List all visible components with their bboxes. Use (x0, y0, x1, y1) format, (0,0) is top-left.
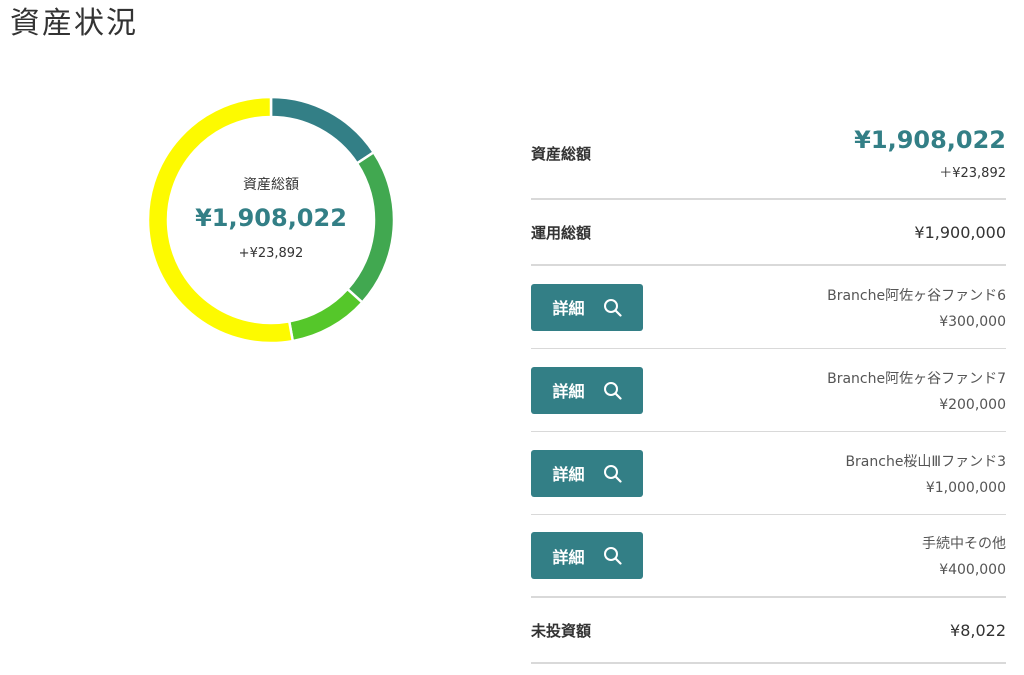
donut-total-delta: +¥23,892 (238, 245, 304, 261)
fund-name: Branche阿佐ヶ谷ファンド7 (827, 370, 1006, 387)
donut-total-amount: ¥1,908,022 (195, 203, 347, 232)
fund-row: 詳細 Branche阿佐ヶ谷ファンド6 ¥300,000 (531, 266, 1006, 349)
uninvested-label: 未投資額 (531, 621, 592, 640)
search-icon (603, 298, 622, 317)
detail-button-label: 詳細 (552, 547, 585, 567)
total-assets-amount: ¥1,908,022 (854, 125, 1006, 154)
donut-total-label: 資産総額 (243, 176, 299, 193)
search-icon (603, 464, 622, 483)
detail-button[interactable]: 詳細 (531, 366, 643, 414)
fund-value: ¥1,000,000 (925, 479, 1006, 496)
fund-name: Branche阿佐ヶ谷ファンド6 (827, 287, 1006, 304)
asset-donut-chart: 資産総額 ¥1,908,022 +¥23,892 (147, 96, 395, 344)
invested-total-amount: ¥1,900,000 (914, 222, 1006, 242)
fund-row: 詳細 手続中その他 ¥400,000 (531, 515, 1006, 598)
uninvested-row: 未投資額 ¥8,022 (531, 598, 1006, 664)
detail-button-label: 詳細 (552, 382, 585, 401)
uninvested-amount: ¥8,022 (950, 620, 1006, 640)
fund-name: 手続中その他 (922, 536, 1006, 552)
detail-button-label: 詳細 (552, 299, 585, 318)
total-assets-row: 資産総額 ¥1,908,022 ＋¥23,892 (531, 108, 1006, 200)
fund-name: Branche桜山Ⅲファンド3 (845, 453, 1006, 470)
fund-value: ¥400,000 (939, 562, 1006, 578)
search-icon (603, 546, 622, 565)
detail-button[interactable]: 詳細 (531, 283, 643, 331)
fund-row: 詳細 Branche阿佐ヶ谷ファンド7 ¥200,000 (531, 349, 1006, 432)
total-assets-label: 資産総額 (531, 144, 592, 163)
fund-row: 詳細 Branche桜山Ⅲファンド3 ¥1,000,000 (531, 432, 1006, 515)
fund-info: Branche阿佐ヶ谷ファンド7 ¥200,000 (827, 368, 1006, 413)
total-assets-delta: ＋¥23,892 (939, 165, 1006, 181)
fund-value: ¥300,000 (939, 313, 1006, 330)
asset-summary-panel: 資産総額 ¥1,908,022 ＋¥23,892 運用総額 ¥1,900,000… (531, 108, 1006, 664)
detail-button[interactable]: 詳細 (531, 532, 643, 579)
fund-info: Branche桜山Ⅲファンド3 ¥1,000,000 (845, 451, 1006, 496)
search-icon (603, 381, 622, 400)
invested-total-label: 運用総額 (531, 223, 592, 242)
donut-center: 資産総額 ¥1,908,022 +¥23,892 (147, 96, 395, 344)
detail-button-label: 詳細 (552, 465, 585, 484)
fund-value: ¥200,000 (939, 396, 1006, 413)
total-assets-values: ¥1,908,022 ＋¥23,892 (854, 126, 1006, 181)
fund-info: Branche阿佐ヶ谷ファンド6 ¥300,000 (827, 285, 1006, 330)
page-title: 資産状況 (10, 6, 138, 41)
detail-button[interactable]: 詳細 (531, 449, 643, 497)
fund-info: 手続中その他 ¥400,000 (922, 533, 1006, 578)
invested-total-row: 運用総額 ¥1,900,000 (531, 200, 1006, 266)
